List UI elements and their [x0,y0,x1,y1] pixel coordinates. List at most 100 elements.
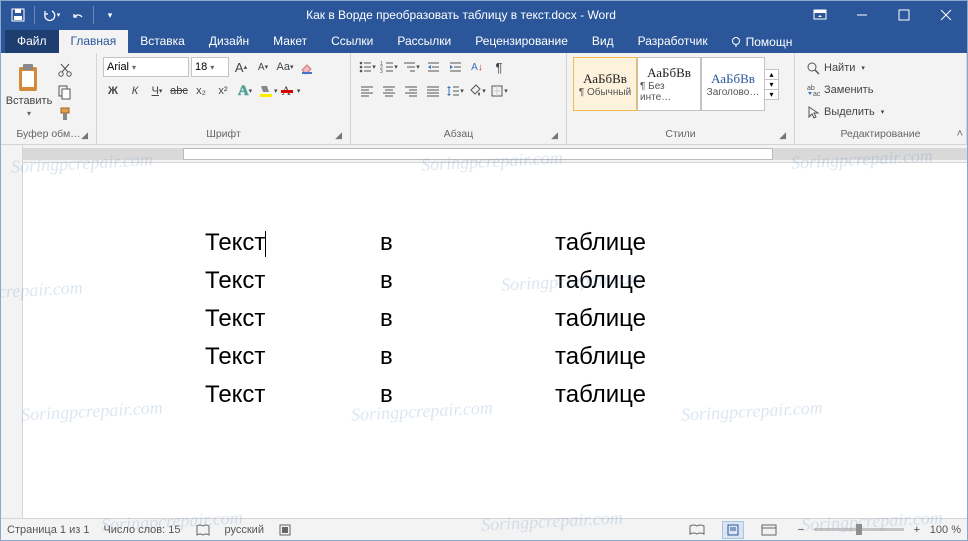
zoom-level[interactable]: 100 % [930,524,961,536]
italic-button[interactable]: К [125,81,145,101]
styles-expand-button[interactable]: ▾ [765,90,778,99]
styles-down-button[interactable]: ▾ [765,80,778,90]
tab-view[interactable]: Вид [580,30,626,53]
close-button[interactable] [925,1,967,29]
customize-qat-button[interactable]: ▾ [97,1,123,29]
clipboard-dialog-launcher[interactable]: ◢ [81,130,88,141]
align-right-button[interactable] [401,81,421,101]
text-cell[interactable]: таблице [555,381,730,409]
minimize-button[interactable] [841,1,883,29]
format-painter-button[interactable] [55,104,75,124]
tab-developer[interactable]: Разработчик [626,30,720,53]
styles-up-button[interactable]: ▴ [765,70,778,80]
text-effects-button[interactable]: A▾ [235,81,255,101]
document-area[interactable]: ТекствтаблицеТекствтаблицеТекствтаблицеТ… [23,163,967,518]
font-color-button[interactable]: A▾ [281,81,302,101]
highlight-button[interactable]: ▾ [257,81,279,101]
text-row[interactable]: Текствтаблице [205,381,785,409]
text-cell[interactable]: таблице [555,343,730,371]
underline-button[interactable]: Ч▾ [147,81,167,101]
font-dialog-launcher[interactable]: ◢ [335,130,342,141]
text-cell[interactable]: Текст [205,229,380,257]
style-no-spacing[interactable]: АаБбВв¶ Без инте… [637,57,701,111]
tab-insert[interactable]: Вставка [128,30,197,53]
clear-format-button[interactable] [297,57,317,77]
copy-button[interactable] [55,82,75,102]
view-web-button[interactable] [758,521,780,539]
replace-button[interactable]: abacЗаменить [801,80,960,100]
ribbon-options-button[interactable] [799,1,841,29]
tab-references[interactable]: Ссылки [319,30,385,53]
shading-button[interactable]: ▾ [467,81,487,101]
tab-home[interactable]: Главная [59,30,129,53]
text-cell[interactable]: Текст [205,381,380,409]
text-cell[interactable]: в [380,381,555,409]
vertical-ruler[interactable] [1,145,23,518]
tab-layout[interactable]: Макет [261,30,319,53]
text-cell[interactable]: в [380,343,555,371]
indent-increase-button[interactable] [445,57,465,77]
numbering-button[interactable]: 123▾ [379,57,399,77]
style-heading1[interactable]: АаБбВвЗаголово… [701,57,765,111]
find-button[interactable]: Найти▾ [801,58,960,78]
text-cell[interactable]: в [380,305,555,333]
view-read-button[interactable] [686,521,708,539]
bullets-button[interactable]: ▾ [357,57,377,77]
status-macro[interactable] [278,523,292,537]
status-language[interactable]: русский [225,524,264,536]
tab-file[interactable]: Файл [5,30,59,53]
collapse-ribbon-button[interactable]: ˄ [957,128,963,140]
status-proofing[interactable] [195,523,211,537]
shrink-font-button[interactable]: A▾ [253,57,273,77]
text-cell[interactable]: таблице [555,305,730,333]
zoom-in-button[interactable]: + [910,524,924,536]
justify-button[interactable] [423,81,443,101]
status-page[interactable]: Страница 1 из 1 [7,524,89,536]
text-row[interactable]: Текствтаблице [205,267,785,295]
superscript-button[interactable]: x² [213,81,233,101]
tab-design[interactable]: Дизайн [197,30,261,53]
subscript-button[interactable]: x₂ [191,81,211,101]
align-left-button[interactable] [357,81,377,101]
paragraph-dialog-launcher[interactable]: ◢ [551,130,558,141]
zoom-slider[interactable] [814,528,904,531]
tell-me-search[interactable]: Помощн [720,31,803,53]
show-marks-button[interactable]: ¶ [489,57,509,77]
horizontal-ruler[interactable] [23,145,967,163]
styles-dialog-launcher[interactable]: ◢ [779,130,786,141]
text-cell[interactable]: в [380,229,555,257]
text-cell[interactable]: таблице [555,267,730,295]
zoom-out-button[interactable]: − [794,524,808,536]
font-size-combo[interactable]: 18▾ [191,57,229,77]
text-cell[interactable]: Текст [205,305,380,333]
grow-font-button[interactable]: A▴ [231,57,251,77]
cut-button[interactable] [55,60,75,80]
bold-button[interactable]: Ж [103,81,123,101]
style-normal[interactable]: АаБбВв¶ Обычный [573,57,637,111]
strike-button[interactable]: abc [169,81,189,101]
change-case-button[interactable]: Aa▾ [275,57,295,77]
select-button[interactable]: Выделить▾ [801,102,960,122]
text-row[interactable]: Текствтаблице [205,305,785,333]
line-spacing-button[interactable]: ▾ [445,81,465,101]
status-word-count[interactable]: Число слов: 15 [103,524,180,536]
maximize-button[interactable] [883,1,925,29]
indent-decrease-button[interactable] [423,57,443,77]
text-cell[interactable]: Текст [205,267,380,295]
paste-button[interactable]: Вставить ▾ [7,57,51,123]
text-row[interactable]: Текствтаблице [205,343,785,371]
save-button[interactable] [5,1,31,29]
font-name-combo[interactable]: Arial▾ [103,57,189,77]
sort-button[interactable]: A↓ [467,57,487,77]
tab-review[interactable]: Рецензирование [463,30,580,53]
borders-button[interactable]: ▾ [489,81,509,101]
page[interactable]: ТекствтаблицеТекствтаблицеТекствтаблицеТ… [145,171,845,477]
text-cell[interactable]: таблице [555,229,730,257]
undo-button[interactable]: ▾ [38,1,64,29]
align-center-button[interactable] [379,81,399,101]
redo-button[interactable] [64,1,90,29]
text-cell[interactable]: в [380,267,555,295]
text-cell[interactable]: Текст [205,343,380,371]
tab-mailings[interactable]: Рассылки [385,30,463,53]
text-row[interactable]: Текствтаблице [205,229,785,257]
